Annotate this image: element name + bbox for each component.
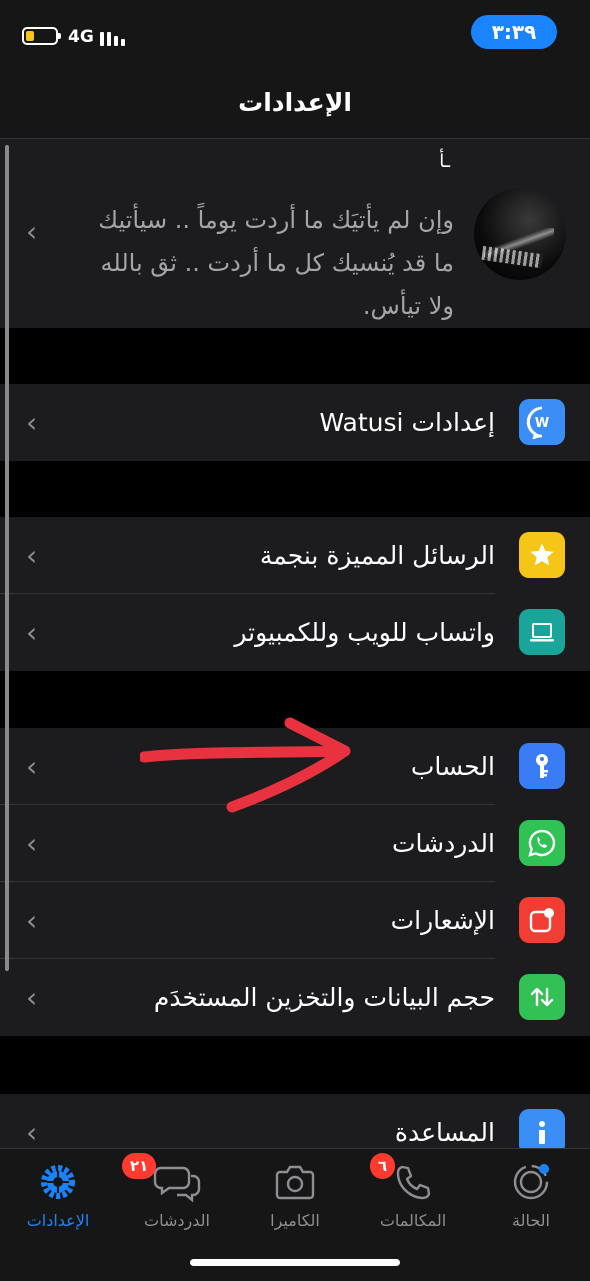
laptop-icon xyxy=(519,609,565,655)
chevron-left-icon: ‹ xyxy=(26,750,38,783)
network-type: 4G xyxy=(68,27,94,47)
tab-label: المكالمات xyxy=(379,1211,447,1230)
notification-icon xyxy=(519,897,565,943)
svg-text:W: W xyxy=(535,416,549,431)
chats-icon: ٢١ xyxy=(122,1153,232,1207)
data-arrows-icon xyxy=(519,974,565,1020)
chevron-left-icon: ‹ xyxy=(26,406,38,439)
status-line: ما قد يُنسيك كل ما أردت .. ثق بالله xyxy=(100,249,454,277)
battery-icon xyxy=(22,27,61,45)
status-line: وإن لم يأتيَك ما أردت يوماً .. سيأتيك xyxy=(98,206,454,234)
row-label: المساعدة xyxy=(394,1118,495,1147)
star-icon xyxy=(519,532,565,578)
row-label: الدردشات xyxy=(392,829,495,858)
row-label: إعدادات Watusi xyxy=(319,408,495,437)
status-ring-icon xyxy=(476,1157,586,1207)
key-icon xyxy=(519,743,565,789)
settings-row-data-storage[interactable]: حجم البيانات والتخزين المستخدَم ‹ xyxy=(0,959,590,1036)
calls-badge: ٦ xyxy=(370,1153,396,1179)
chevron-left-icon: ‹ xyxy=(26,215,38,248)
settings-gear-icon xyxy=(3,1157,113,1207)
whatsapp-icon xyxy=(519,820,565,866)
watusi-icon: W xyxy=(519,399,565,445)
chevron-left-icon: ‹ xyxy=(26,827,38,860)
row-label: واتساب للويب وللكمبيوتر xyxy=(234,618,495,647)
scroll-indicator[interactable] xyxy=(5,145,9,971)
status-bar: 4G ٣:٣٩ xyxy=(0,0,590,72)
row-label: الإشعارات xyxy=(390,906,495,935)
tab-status[interactable]: الحالة xyxy=(476,1157,586,1230)
settings-row-chats[interactable]: الدردشات ‹ xyxy=(0,805,590,882)
tab-label: الكاميرا xyxy=(270,1211,320,1230)
home-indicator[interactable] xyxy=(190,1259,400,1266)
status-line: ولا تيأس. xyxy=(362,292,454,320)
avatar[interactable] xyxy=(474,188,566,280)
profile-name: ـأ xyxy=(439,151,450,172)
settings-row-watusi[interactable]: إعدادات Watusi W ‹ xyxy=(0,384,590,461)
row-label: الرسائل المميزة بنجمة xyxy=(259,541,495,570)
settings-row-web[interactable]: واتساب للويب وللكمبيوتر ‹ xyxy=(0,594,590,671)
tab-settings[interactable]: الإعدادات xyxy=(3,1157,113,1230)
starred-web-group: الرسائل المميزة بنجمة ‹ واتساب للويب ولل… xyxy=(0,517,590,671)
tab-camera[interactable]: الكاميرا xyxy=(240,1157,350,1230)
profile-status-text: وإن لم يأتيَك ما أردت يوماً .. سيأتيك ما… xyxy=(54,199,454,328)
row-label: حجم البيانات والتخزين المستخدَم xyxy=(153,983,495,1012)
watusi-group: إعدادات Watusi W ‹ xyxy=(0,384,590,461)
settings-row-notifications[interactable]: الإشعارات ‹ xyxy=(0,882,590,959)
tab-label: الحالة xyxy=(512,1211,550,1230)
navigation-bar: الإعدادات xyxy=(0,72,590,139)
status-time[interactable]: ٣:٣٩ xyxy=(471,15,557,49)
profile-row[interactable]: ـأ وإن لم يأتيَك ما أردت يوماً .. سيأتيك… xyxy=(0,139,590,328)
tab-label: الإعدادات xyxy=(26,1211,90,1230)
settings-row-help[interactable]: المساعدة ‹ xyxy=(0,1094,590,1148)
chevron-left-icon: ‹ xyxy=(26,616,38,649)
page-title: الإعدادات xyxy=(238,88,352,117)
chevron-left-icon: ‹ xyxy=(26,981,38,1014)
phone-icon: ٦ xyxy=(358,1153,468,1207)
chevron-left-icon: ‹ xyxy=(26,904,38,937)
tab-calls[interactable]: ٦ المكالمات xyxy=(358,1153,468,1230)
camera-icon xyxy=(240,1157,350,1207)
tab-chats[interactable]: ٢١ الدردشات xyxy=(122,1153,232,1230)
chats-badge: ٢١ xyxy=(122,1153,157,1179)
annotation-arrow-icon xyxy=(140,717,351,813)
signal-icon xyxy=(100,28,125,46)
help-group: المساعدة ‹ xyxy=(0,1094,590,1148)
info-icon xyxy=(519,1109,565,1148)
chevron-left-icon: ‹ xyxy=(26,1116,38,1148)
row-label: الحساب xyxy=(410,752,495,781)
settings-row-starred[interactable]: الرسائل المميزة بنجمة ‹ xyxy=(0,517,590,594)
tab-label: الدردشات xyxy=(144,1211,210,1230)
chevron-left-icon: ‹ xyxy=(26,539,38,572)
